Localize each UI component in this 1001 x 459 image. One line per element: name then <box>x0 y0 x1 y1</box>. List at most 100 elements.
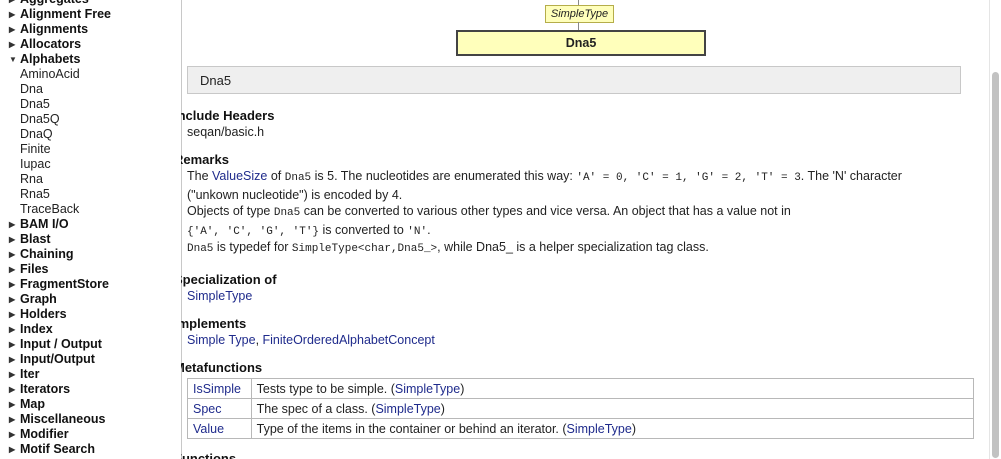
sidebar-group-index[interactable]: ▶ Index <box>0 322 180 337</box>
triangle-right-icon[interactable]: ▶ <box>9 307 20 322</box>
sidebar-group-modifier[interactable]: ▶ Modifier <box>0 427 180 442</box>
triangle-right-icon[interactable]: ▶ <box>9 442 20 457</box>
sidebar-item-rna[interactable]: Rna <box>0 172 180 187</box>
metafunction-link[interactable]: Spec <box>193 402 222 416</box>
sidebar-label: Input/Output <box>20 352 95 366</box>
sidebar-group-blast[interactable]: ▶ Blast <box>0 232 180 247</box>
sidebar-label: Iupac <box>20 157 51 171</box>
sidebar-group-iterators[interactable]: ▶ Iterators <box>0 382 180 397</box>
sidebar-label: Alignments <box>20 22 89 36</box>
metafunction-name-cell: Value <box>187 418 252 439</box>
sidebar-item-rna5[interactable]: Rna5 <box>0 187 180 202</box>
implements-heading: Implements <box>181 316 247 331</box>
vertical-scrollbar[interactable] <box>989 0 1001 459</box>
triangle-right-icon[interactable]: ▶ <box>9 427 20 442</box>
metafunction-description: Tests type to be simple. ( <box>256 381 395 396</box>
sidebar-label: DnaQ <box>20 127 53 141</box>
sidebar-group-graph[interactable]: ▶ Graph <box>0 292 180 307</box>
sidebar-item-dnaq[interactable]: DnaQ <box>0 127 180 142</box>
triangle-right-icon[interactable]: ▶ <box>9 337 20 352</box>
triangle-right-icon[interactable]: ▶ <box>9 292 20 307</box>
sidebar-item-dna5[interactable]: Dna5 <box>0 97 180 112</box>
class-box: Dna5 <box>456 30 706 56</box>
sidebar-group-holders[interactable]: ▶ Holders <box>0 307 180 322</box>
sidebar-item-finite[interactable]: Finite <box>0 142 180 157</box>
sidebar-group-iter[interactable]: ▶ Iter <box>0 367 180 382</box>
metafunction-link[interactable]: Value <box>193 422 224 436</box>
triangle-right-icon[interactable]: ▶ <box>9 262 20 277</box>
simpletype-link[interactable]: SimpleType <box>375 402 440 416</box>
sidebar-group-bam-i-o[interactable]: ▶ BAM I/O <box>0 217 180 232</box>
sidebar-item-aminoacid[interactable]: AminoAcid <box>0 67 180 82</box>
sidebar-group-files[interactable]: ▶ Files <box>0 262 180 277</box>
triangle-right-icon[interactable]: ▶ <box>9 37 20 52</box>
finite-ordered-alphabet-concept-link[interactable]: FiniteOrderedAlphabetConcept <box>263 333 435 347</box>
triangle-right-icon[interactable]: ▶ <box>9 412 20 427</box>
sidebar-label: Input / Output <box>20 337 102 351</box>
sidebar-group-input-output[interactable]: ▶ Input/Output <box>0 352 180 367</box>
include-headers-value: seqan/basic.h <box>187 125 265 139</box>
simpletype-link[interactable]: SimpleType <box>187 289 252 303</box>
sidebar-label: AminoAcid <box>20 67 80 81</box>
sidebar-item-dna[interactable]: Dna <box>0 82 180 97</box>
closing-paren: ) <box>460 381 465 396</box>
triangle-right-icon[interactable]: ▶ <box>9 382 20 397</box>
sidebar-group-alphabets[interactable]: ▼ Alphabets <box>0 52 180 67</box>
implements-body: Simple Type, FiniteOrderedAlphabetConcep… <box>187 332 435 349</box>
sidebar-group-alignments[interactable]: ▶ Alignments <box>0 22 180 37</box>
sidebar-label: TraceBack <box>20 202 80 216</box>
text: The <box>187 169 213 183</box>
triangle-right-icon[interactable]: ▶ <box>9 247 20 262</box>
sidebar-group-map[interactable]: ▶ Map <box>0 397 180 412</box>
remarks-heading: Remarks <box>181 152 229 167</box>
sidebar-item-dna5q[interactable]: Dna5Q <box>0 112 180 127</box>
sidebar-label: Dna5 <box>20 97 50 111</box>
sidebar-label: Rna5 <box>20 187 50 201</box>
triangle-right-icon[interactable]: ▶ <box>9 232 20 247</box>
remarks-paragraph-1: The ValueSize of Dna5 is 5. The nucleoti… <box>187 168 967 204</box>
code-snippet: Dna5 <box>273 207 301 219</box>
code-snippet: Dna5 <box>284 172 312 184</box>
metafunction-link[interactable]: IsSimple <box>193 382 241 396</box>
sidebar-label: FragmentStore <box>20 277 109 291</box>
scrollbar-thumb[interactable] <box>992 72 999 458</box>
triangle-right-icon[interactable]: ▶ <box>9 0 20 7</box>
triangle-down-icon[interactable]: ▼ <box>9 52 20 67</box>
triangle-right-icon[interactable]: ▶ <box>9 322 20 337</box>
sidebar-label: Graph <box>20 292 57 306</box>
valuesize-link[interactable]: ValueSize <box>212 169 267 183</box>
simple-type-link[interactable]: Simple Type <box>187 333 256 347</box>
sidebar-label: BAM I/O <box>20 217 69 231</box>
triangle-right-icon[interactable]: ▶ <box>9 7 20 22</box>
sidebar-label: Motif Search <box>20 442 96 456</box>
simpletype-link[interactable]: SimpleType <box>395 382 460 396</box>
triangle-right-icon[interactable]: ▶ <box>9 217 20 232</box>
sidebar-label: Alphabets <box>20 52 81 66</box>
sidebar-group-aggregates[interactable]: ▶Aggregates <box>0 0 180 7</box>
supertype-box[interactable]: SimpleType <box>545 5 614 23</box>
metafunction-name-cell: IsSimple <box>187 378 252 399</box>
sidebar-label: Dna <box>20 82 43 96</box>
sidebar-item-traceback[interactable]: TraceBack <box>0 202 180 217</box>
triangle-right-icon[interactable]: ▶ <box>9 397 20 412</box>
sidebar-item-iupac[interactable]: Iupac <box>0 157 180 172</box>
sidebar-group-allocators[interactable]: ▶ Allocators <box>0 37 180 52</box>
text: is converted to <box>319 223 408 237</box>
triangle-right-icon[interactable]: ▶ <box>9 352 20 367</box>
sidebar-group-chaining[interactable]: ▶ Chaining <box>0 247 180 262</box>
sidebar-group-input-output[interactable]: ▶ Input / Output <box>0 337 180 352</box>
sidebar-group-motif-search[interactable]: ▶ Motif Search <box>0 442 180 457</box>
metafunction-description: The spec of a class. ( <box>256 401 376 416</box>
triangle-right-icon[interactable]: ▶ <box>9 367 20 382</box>
sidebar-group-fragmentstore[interactable]: ▶ FragmentStore <box>0 277 180 292</box>
code-snippet: 'N' <box>407 226 428 238</box>
sidebar-label: Files <box>20 262 49 276</box>
text: Objects of type <box>187 204 274 218</box>
sidebar-group-miscellaneous[interactable]: ▶ Miscellaneous <box>0 412 180 427</box>
sidebar-label: Iter <box>20 367 40 381</box>
sidebar-group-alignment-free[interactable]: ▶ Alignment Free <box>0 7 180 22</box>
triangle-right-icon[interactable]: ▶ <box>9 277 20 292</box>
triangle-right-icon[interactable]: ▶ <box>9 22 20 37</box>
code-snippet: 'A' = 0, 'C' = 1, 'G' = 2, 'T' = 3 <box>576 172 801 184</box>
simpletype-link[interactable]: SimpleType <box>567 422 632 436</box>
